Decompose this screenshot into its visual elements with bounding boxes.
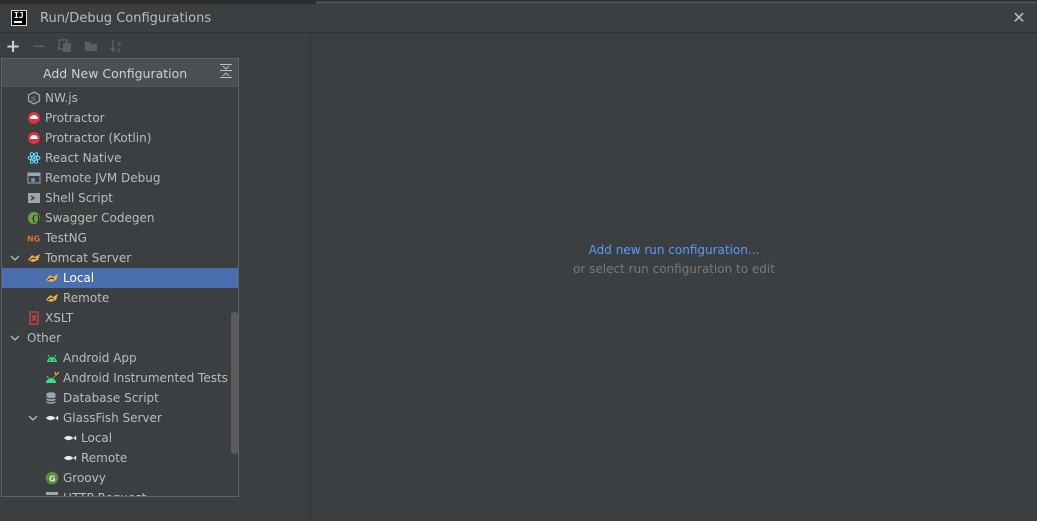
glassfish-icon bbox=[63, 451, 77, 465]
glassfish-icon bbox=[63, 431, 77, 445]
list-item-label: NW.js bbox=[45, 91, 78, 105]
list-item[interactable]: Android Instrumented Tests bbox=[2, 368, 238, 388]
list-item-label: Remote bbox=[63, 291, 110, 305]
list-item-label: Tomcat Server bbox=[45, 251, 132, 265]
nwjs-icon: JS bbox=[27, 91, 41, 105]
svg-text:G: G bbox=[49, 475, 56, 484]
list-item-label: Other bbox=[27, 331, 62, 345]
popup-scrollbar[interactable] bbox=[231, 312, 238, 454]
tomcat-icon bbox=[45, 291, 59, 305]
react-icon bbox=[27, 151, 41, 165]
list-item[interactable]: G Groovy bbox=[2, 468, 238, 488]
android-icon bbox=[45, 351, 59, 365]
protractor-icon bbox=[27, 111, 41, 125]
splitter[interactable] bbox=[310, 34, 311, 521]
tomcat-icon bbox=[27, 251, 41, 265]
list-item[interactable]: Local bbox=[2, 428, 238, 448]
list-item-label: Remote bbox=[81, 451, 128, 465]
empty-state: Add new run configuration... or select r… bbox=[311, 243, 1037, 276]
window-title: Run/Debug Configurations bbox=[40, 11, 212, 26]
list-item-label: Protractor (Kotlin) bbox=[45, 131, 152, 145]
glassfish-icon bbox=[45, 411, 59, 425]
sort-icon[interactable]: az bbox=[107, 36, 127, 56]
list-item-label: Remote JVM Debug bbox=[45, 171, 161, 185]
list-item[interactable]: NG TestNG bbox=[2, 228, 238, 248]
add-configuration-popup: Add New Configuration JS NW.js Protractor P… bbox=[1, 58, 239, 497]
svg-text:z: z bbox=[117, 47, 121, 53]
http-request-icon bbox=[45, 491, 59, 496]
list-item[interactable]: Protractor (Kotlin) bbox=[2, 128, 238, 148]
svg-text:JS: JS bbox=[30, 97, 36, 103]
swagger-icon: {} bbox=[27, 211, 41, 225]
list-item-label: Android Instrumented Tests bbox=[63, 371, 228, 385]
copy-icon[interactable] bbox=[55, 36, 75, 56]
list-item[interactable]: Remote bbox=[2, 288, 238, 308]
testng-icon: NG bbox=[27, 231, 41, 245]
close-icon[interactable]: ✕ bbox=[1010, 9, 1028, 27]
minus-icon[interactable]: − bbox=[29, 36, 49, 57]
list-item-label: Local bbox=[63, 271, 95, 285]
list-item[interactable]: Remote bbox=[2, 448, 238, 468]
list-item-label: HTTP Request bbox=[63, 488, 146, 496]
svg-text:{}: {} bbox=[31, 214, 41, 223]
list-item[interactable]: React Native bbox=[2, 148, 238, 168]
list-item[interactable]: Protractor bbox=[2, 108, 238, 128]
list-item-label: Groovy bbox=[63, 471, 106, 485]
collapse-all-icon[interactable] bbox=[220, 63, 232, 79]
list-item-label: GlassFish Server bbox=[63, 411, 162, 425]
list-item-label: XSLT bbox=[45, 311, 74, 325]
add-new-configuration-link[interactable]: Add new run configuration... bbox=[311, 243, 1037, 257]
xslt-icon bbox=[27, 311, 41, 325]
protractor-icon bbox=[27, 131, 41, 145]
list-item[interactable]: Tomcat Server bbox=[2, 248, 238, 268]
android-test-icon bbox=[45, 371, 59, 385]
list-item-label: Local bbox=[81, 431, 113, 445]
list-item-label: React Native bbox=[45, 151, 122, 165]
list-item-label: Protractor bbox=[45, 111, 105, 125]
tomcat-icon bbox=[45, 271, 59, 285]
popup-title: Add New Configuration bbox=[43, 66, 188, 81]
plus-icon[interactable]: + bbox=[3, 36, 23, 57]
svg-text:NG: NG bbox=[27, 235, 40, 244]
list-item[interactable]: XSLT bbox=[2, 308, 238, 328]
list-item-label: Database Script bbox=[63, 391, 159, 405]
popup-header: Add New Configuration bbox=[2, 59, 238, 87]
database-icon bbox=[45, 391, 59, 405]
intellij-icon: IJ bbox=[11, 10, 27, 26]
list-item-label: Swagger Codegen bbox=[45, 211, 155, 225]
toolbar: + − az bbox=[0, 34, 311, 58]
list-item[interactable]: Remote JVM Debug bbox=[2, 168, 238, 188]
list-item-label: TestNG bbox=[45, 231, 87, 245]
list-item[interactable]: {} Swagger Codegen bbox=[2, 208, 238, 228]
list-item[interactable]: GlassFish Server bbox=[2, 408, 238, 428]
list-item[interactable]: Other bbox=[2, 328, 238, 348]
list-item[interactable]: Local bbox=[2, 268, 238, 288]
list-item[interactable]: Database Script bbox=[2, 388, 238, 408]
configuration-type-list: JS NW.js Protractor Protractor (Kotlin) Reac… bbox=[2, 88, 238, 496]
folder-icon[interactable] bbox=[81, 36, 101, 56]
empty-state-hint: or select run configuration to edit bbox=[573, 262, 775, 276]
list-item-label: Android App bbox=[63, 351, 137, 365]
list-item[interactable]: JS NW.js bbox=[2, 88, 238, 108]
list-item[interactable]: HTTP Request bbox=[2, 488, 238, 496]
remote-debug-icon bbox=[27, 171, 41, 185]
list-item-label: Shell Script bbox=[45, 191, 113, 205]
list-item[interactable]: Android App bbox=[2, 348, 238, 368]
title-bar: IJ Run/Debug Configurations ✕ bbox=[0, 4, 1037, 33]
shell-icon bbox=[27, 191, 41, 205]
list-item[interactable]: Shell Script bbox=[2, 188, 238, 208]
groovy-icon: G bbox=[45, 471, 59, 485]
